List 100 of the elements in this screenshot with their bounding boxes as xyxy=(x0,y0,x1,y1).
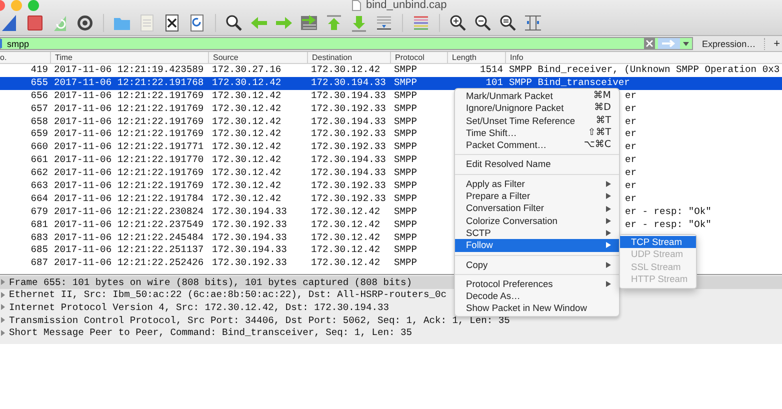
menu-item[interactable]: Time Shift… ⇧⌘T xyxy=(455,126,619,140)
table-cell: 2017-11-06 12:21:22.191769 xyxy=(54,102,204,114)
zoom-reset-icon[interactable] xyxy=(498,13,518,33)
menu-item[interactable]: Conversation Filter xyxy=(455,202,619,215)
table-cell[interactable]: 661 xyxy=(30,154,48,166)
table-cell[interactable]: 685 xyxy=(30,244,48,256)
table-cell: 172.30.194.33 xyxy=(311,116,386,127)
table-cell: 172.30.192.33 xyxy=(311,102,386,114)
tree-item[interactable]: Frame 655: 101 bytes on wire (808 bits), 101 bytes captured (808 bits) xyxy=(9,276,412,288)
table-cell: 172.30.12.42 xyxy=(212,167,282,178)
filter-input[interactable]: smpp xyxy=(5,38,642,49)
zoom-in-icon[interactable] xyxy=(448,13,468,33)
add-filter-button[interactable]: + xyxy=(772,37,782,50)
table-cell[interactable]: 656 xyxy=(30,90,48,101)
table-cell[interactable]: 679 xyxy=(30,206,48,217)
filter-field[interactable]: smpp xyxy=(0,37,694,50)
table-cell: 2017-11-06 12:21:22.191769 xyxy=(54,167,204,178)
table-cell: 172.30.194.33 xyxy=(311,76,386,88)
gear-icon[interactable] xyxy=(75,13,95,33)
table-cell: 2017-11-06 12:21:22.245484 xyxy=(54,232,204,243)
expand-arrow-icon[interactable] xyxy=(1,279,5,286)
table-cell: 2017-11-06 12:21:22.191769 xyxy=(54,180,204,192)
table-cell[interactable]: 659 xyxy=(30,128,48,140)
expand-arrow-icon[interactable] xyxy=(1,292,5,298)
expand-arrow-icon[interactable] xyxy=(1,317,5,324)
table-cell[interactable]: 664 xyxy=(30,192,48,204)
expression-button[interactable]: Expression… xyxy=(698,37,760,50)
table-cell: 172.30.12.42 xyxy=(311,232,380,243)
column-header[interactable]: Source xyxy=(208,52,307,63)
table-cell[interactable]: 657 xyxy=(30,102,48,114)
table-cell[interactable]: 683 xyxy=(30,232,48,243)
table-cell: 2017-11-06 12:21:22.230824 xyxy=(54,206,204,217)
column-header[interactable]: Length xyxy=(447,52,505,63)
table-cell: SMPP xyxy=(394,192,418,204)
column-header[interactable]: o. xyxy=(0,52,50,63)
expand-arrow-icon[interactable] xyxy=(1,304,5,310)
arrow-down-icon[interactable] xyxy=(349,13,369,33)
table-cell: er xyxy=(625,167,637,178)
table-cell: 172.30.194.33 xyxy=(212,244,287,256)
column-header[interactable]: Time xyxy=(50,52,208,63)
table-cell[interactable]: 663 xyxy=(30,180,48,192)
tree-item[interactable]: Internet Protocol Version 4, Src: 172.30.12.42, Dst: 172.30.194.33 xyxy=(9,302,389,313)
menu-item[interactable]: Show Packet in New Window xyxy=(455,302,619,315)
table-cell[interactable]: 658 xyxy=(30,116,48,127)
table-cell: 172.30.194.33 xyxy=(212,232,287,243)
tree-item[interactable]: Ethernet II, Src: Ibm_50:ac:22 (6c:ae:8b:50:ac:22), Dst: All-HSRP-routers_0c xyxy=(9,289,447,300)
resize-columns-icon[interactable] xyxy=(523,13,543,33)
table-cell: SMPP xyxy=(394,218,418,230)
table-cell: 172.30.12.42 xyxy=(212,90,282,101)
menu-item[interactable]: Apply as Filter xyxy=(455,178,619,190)
table-cell: SMPP xyxy=(394,232,418,243)
document-icon xyxy=(352,0,361,11)
table-cell: SMPP xyxy=(394,90,418,101)
stop-icon[interactable] xyxy=(25,13,45,33)
table-cell: SMPP Bind_transceiver xyxy=(509,76,630,88)
zoom-out-icon[interactable] xyxy=(473,13,493,33)
arrow-up-icon[interactable] xyxy=(324,13,344,33)
table-cell: er xyxy=(625,116,637,127)
table-cell: 2017-11-06 12:21:19.423589 xyxy=(54,64,204,75)
jump-to-packet-icon[interactable] xyxy=(299,13,319,33)
table-cell: 2017-11-06 12:21:22.191770 xyxy=(54,154,204,166)
column-header[interactable]: Protocol xyxy=(390,52,447,63)
table-cell: 172.30.12.42 xyxy=(311,257,380,268)
menu-item[interactable]: Decode As… xyxy=(455,290,619,302)
menu-item[interactable]: Set/Unset Time Reference ⌘T xyxy=(455,114,619,127)
dropdown-caret-icon[interactable] xyxy=(683,42,690,46)
table-cell[interactable]: 419 xyxy=(30,64,48,75)
menu-item[interactable]: Ignore/Unignore Packet ⌘D xyxy=(455,102,619,115)
search-icon[interactable] xyxy=(224,13,244,33)
table-cell[interactable]: 655 xyxy=(30,76,48,88)
menu-item[interactable]: Edit Resolved Name xyxy=(455,158,619,171)
table-cell: er xyxy=(625,154,637,166)
table-cell: 172.30.192.33 xyxy=(311,141,386,152)
column-header[interactable]: Destination xyxy=(307,52,390,63)
table-cell: 2017-11-06 12:21:22.237549 xyxy=(54,218,204,230)
menu-item[interactable]: Packet Comment… ⌥⌘C xyxy=(455,139,619,152)
column-header[interactable]: Info xyxy=(505,52,782,63)
tree-item[interactable]: Short Message Peer to Peer, Command: Bind_transceiver, Seq: 1, Len: 35 xyxy=(9,327,412,338)
table-cell: SMPP Bind_receiver, (Unknown SMPP Operation 0x3 xyxy=(509,64,780,75)
table-cell: 172.30.192.33 xyxy=(311,180,386,192)
menu-item[interactable]: Colorize Conversation xyxy=(455,214,619,227)
menu-item[interactable]: Prepare a Filter xyxy=(455,190,619,202)
menu-item[interactable]: Protocol Preferences xyxy=(455,278,619,290)
table-cell: 2017-11-06 12:21:22.191784 xyxy=(54,192,204,204)
table-cell[interactable]: 687 xyxy=(30,257,48,268)
table-cell[interactable]: 660 xyxy=(30,141,48,152)
table-cell: SMPP xyxy=(394,154,418,166)
menu-item[interactable]: TCP Stream xyxy=(620,236,696,248)
table-cell[interactable]: 681 xyxy=(30,218,48,230)
table-cell[interactable]: 662 xyxy=(30,167,48,178)
menu-item[interactable]: Copy xyxy=(455,258,619,271)
table-cell: 172.30.194.33 xyxy=(311,167,386,178)
table-cell: SMPP xyxy=(394,64,418,75)
menu-item[interactable]: Follow xyxy=(455,239,619,252)
table-cell: SMPP xyxy=(394,102,418,114)
menu-item[interactable]: Mark/Unmark Packet ⌘M xyxy=(455,90,619,102)
clear-icon[interactable] xyxy=(644,38,656,49)
table-cell: 172.30.12.42 xyxy=(311,64,380,75)
zoom-window-button[interactable] xyxy=(28,0,39,11)
expand-arrow-icon[interactable] xyxy=(1,330,5,336)
